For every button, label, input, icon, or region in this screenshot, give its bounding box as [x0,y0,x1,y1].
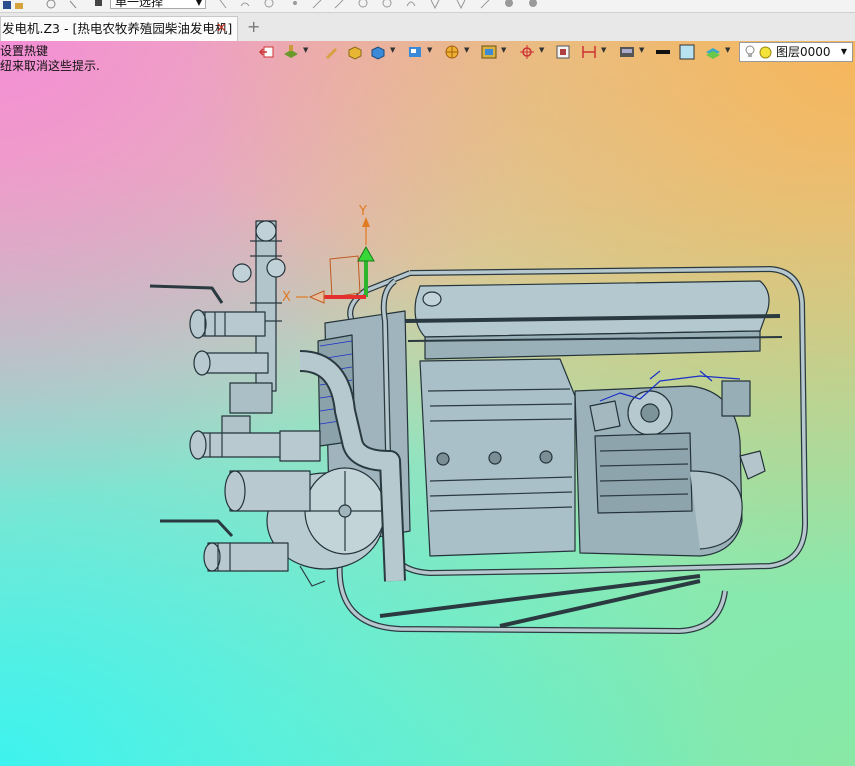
line-icon[interactable] [312,0,322,10]
save-icon[interactable] [2,0,12,10]
open-icon[interactable] [14,0,24,10]
cursor-icon[interactable] [218,0,228,10]
redo-icon[interactable] [68,0,78,10]
document-tab-title: 发电机.Z3 - [热电农牧养殖园柴油发电机] [2,21,233,36]
shell2-icon[interactable] [528,0,538,10]
polyline-icon[interactable] [456,0,466,10]
shell-icon[interactable] [504,0,514,10]
select-mode-dropdown[interactable]: 单一选择 ▼ [110,0,206,9]
add-tab-button[interactable]: + [247,17,260,36]
y-axis-label: Y [358,204,367,219]
coordinate-axes[interactable]: Y X [282,204,375,305]
point-icon[interactable] [290,0,300,10]
x-axis-label: X [282,290,291,305]
generator-3d-model[interactable]: Y X [0,41,855,766]
select-filter-icon[interactable] [94,0,104,10]
curve-icon[interactable] [406,0,416,10]
circle2-icon[interactable] [358,0,368,10]
arc-icon[interactable] [382,0,392,10]
3d-viewport[interactable]: 设置热键 纽来取消这些提示. ▼ ▼ ▼ ▼ ▼ ▼ ▼ ▼ ▼ 图层0000 … [0,41,855,766]
document-tab-bar: 发电机.Z3 - [热电农牧养殖园柴油发电机] ✕ + [0,13,855,42]
line3-icon[interactable] [480,0,490,10]
close-icon[interactable]: ✕ [216,17,227,41]
chevron-down-icon: ▼ [195,0,202,7]
sketch-icon[interactable] [240,0,250,10]
select-mode-value: 单一选择 [115,0,164,9]
circle-icon[interactable] [264,0,274,10]
undo-icon[interactable] [46,0,56,10]
line2-icon[interactable] [334,0,344,10]
document-tab[interactable]: 发电机.Z3 - [热电农牧养殖园柴油发电机] ✕ [0,16,238,41]
spline-icon[interactable] [430,0,440,10]
main-toolbar: 单一选择 ▼ [0,0,855,13]
